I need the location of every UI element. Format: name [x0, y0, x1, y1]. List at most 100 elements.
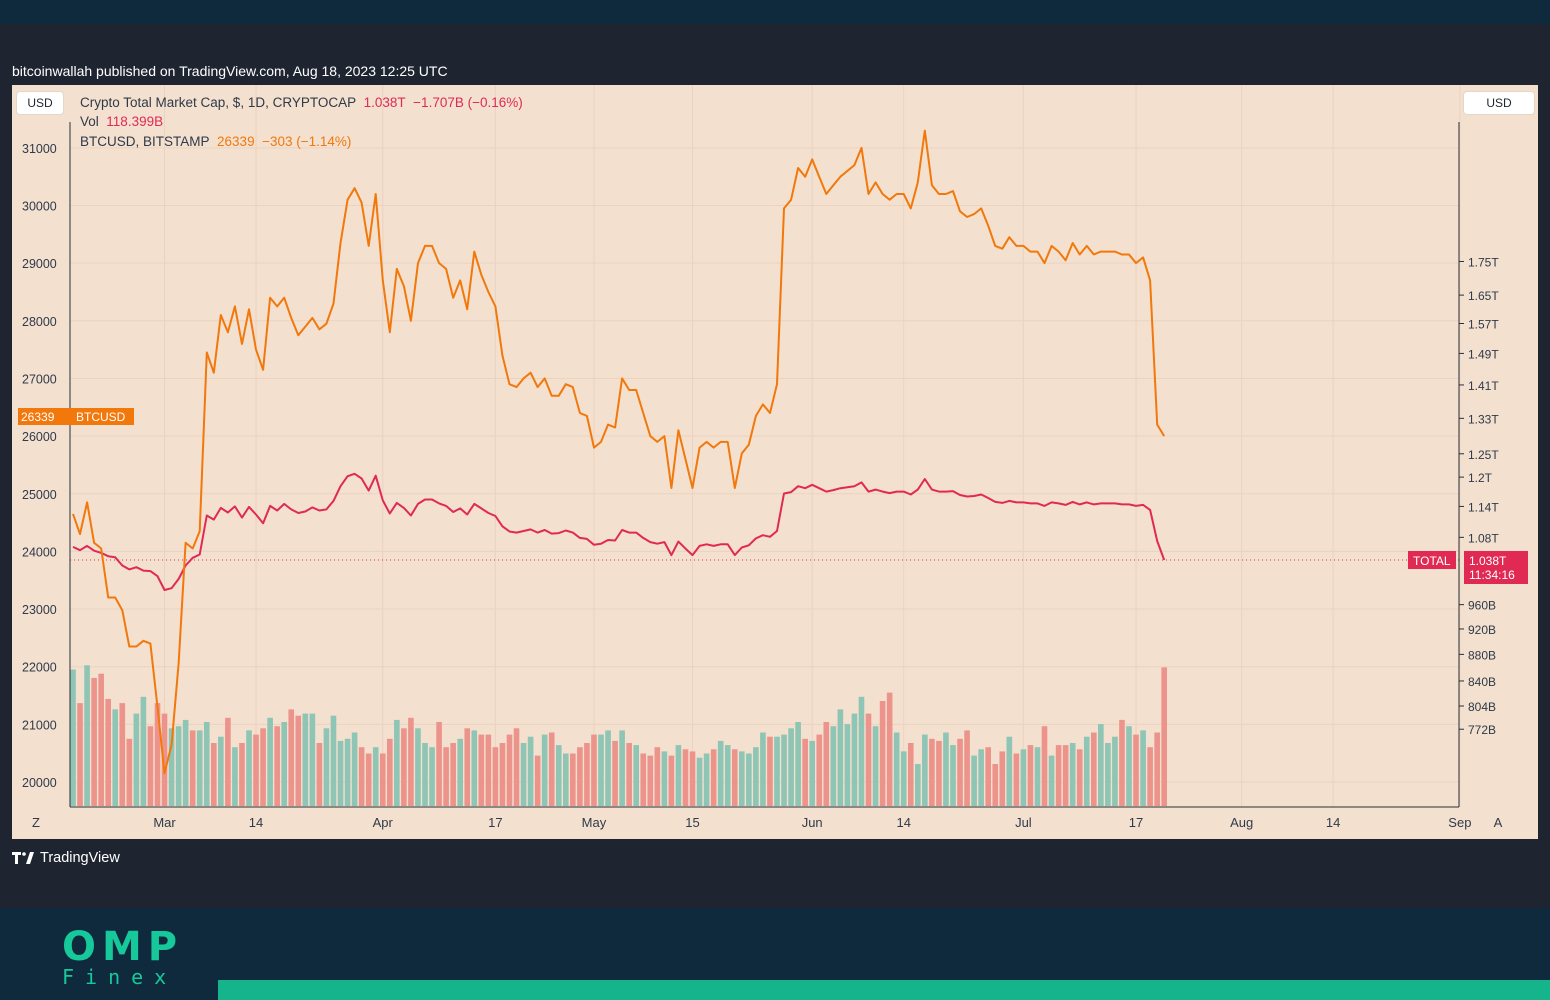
volume-bar: [1154, 732, 1160, 806]
volume-bar: [436, 722, 442, 806]
volume-bar: [422, 743, 428, 806]
volume-bar: [605, 730, 611, 806]
volume-bar: [943, 732, 949, 806]
volume-bar: [915, 764, 921, 806]
total-last-value: 1.038T: [1469, 554, 1507, 568]
tradingview-brand[interactable]: TradingView: [12, 850, 120, 866]
currency-selector-left[interactable]: USD: [16, 91, 64, 115]
price-chart[interactable]: 20000 21000 22000 23000 24000 25000 26000 27000…: [12, 85, 1538, 839]
volume-bar: [872, 726, 879, 806]
left-tick-label: 22000: [22, 661, 57, 675]
volume-bar: [147, 726, 154, 806]
volume-bar: [225, 717, 231, 806]
volume-bar: [703, 753, 710, 806]
volume-bar: [1055, 745, 1062, 806]
volume-bar: [893, 732, 900, 806]
volume-bar: [1062, 745, 1069, 806]
volume-bar: [1076, 749, 1083, 806]
time-tick-label: 14: [1326, 815, 1340, 830]
volume-bar: [936, 740, 942, 806]
right-tick-label: 1.2T: [1468, 471, 1493, 485]
volume-bar: [450, 743, 456, 806]
volume-bar: [668, 755, 675, 806]
volume-bar: [84, 665, 90, 806]
auto-scale-button[interactable]: A: [1494, 815, 1503, 830]
publisher-line: bitcoinwallah published on TradingView.c…: [12, 63, 448, 79]
volume-bar: [950, 745, 956, 806]
volume-bar: [203, 722, 210, 806]
volume-bar: [70, 669, 76, 806]
volume-bar: [584, 743, 590, 806]
volume-bar: [788, 728, 794, 806]
currency-selector-right[interactable]: USD: [1463, 91, 1535, 115]
volume-bar: [358, 747, 365, 806]
volume-bar: [591, 734, 597, 806]
volume-bar: [351, 732, 358, 806]
volume-bar: [985, 747, 991, 806]
volume-bar: [175, 726, 182, 806]
time-tick-label: 14: [896, 815, 910, 830]
right-tick-label: 1.41T: [1468, 379, 1499, 393]
volume-bar: [302, 713, 309, 806]
volume-bar: [640, 753, 647, 806]
right-tick-label: 772B: [1468, 723, 1496, 737]
volume-bar: [710, 749, 717, 806]
legend-btc-row: BTCUSD, BITSTAMP 26339 −303 (−1.14%): [80, 134, 351, 149]
volume-bar: [232, 747, 238, 806]
volume-bar: [1034, 747, 1041, 806]
volume-bar: [541, 734, 548, 806]
right-tick-label: 1.25T: [1468, 448, 1499, 462]
right-tick-label: 1.57T: [1468, 318, 1499, 332]
volume-bar: [246, 730, 252, 806]
left-tick-label: 29000: [22, 257, 57, 271]
volume-bar: [809, 740, 815, 806]
footer-accent-stripe: [218, 980, 1550, 1000]
volume-bar: [1069, 743, 1076, 806]
volume-bar: [520, 743, 527, 806]
volume-bar: [372, 747, 379, 806]
volume-bar: [408, 717, 414, 806]
zoom-button[interactable]: Z: [32, 815, 40, 830]
time-tick-label: Apr: [373, 815, 394, 830]
volume-bar: [189, 730, 196, 806]
volume-bar: [570, 753, 576, 806]
volume-bar: [499, 743, 506, 806]
time-tick-label: 17: [488, 815, 502, 830]
volume-bar: [534, 755, 541, 806]
volume-bar: [267, 717, 273, 806]
volume-bar: [865, 713, 872, 806]
volume-bar: [957, 738, 963, 806]
volume-bar: [837, 709, 844, 806]
left-tick-label: 30000: [22, 200, 57, 214]
volume-bar: [929, 738, 935, 806]
volume-bar: [527, 736, 534, 806]
volume-bar: [767, 736, 773, 806]
left-tick-label: 21000: [22, 718, 57, 732]
volume-bar: [753, 747, 759, 806]
volume-bar: [781, 734, 787, 806]
volume-bar: [98, 673, 104, 806]
tradingview-label: TradingView: [40, 850, 120, 866]
volume-bar: [795, 722, 801, 806]
volume-bar: [858, 696, 865, 806]
volume-bar: [922, 734, 928, 806]
volume-bar: [816, 734, 823, 806]
time-tick-label: 17: [1129, 815, 1143, 830]
time-tick-label: 14: [249, 815, 263, 830]
right-tick-label: 880B: [1468, 648, 1496, 662]
left-tick-label: 27000: [22, 372, 57, 386]
volume-bar: [844, 724, 851, 806]
volume-bar: [365, 753, 372, 806]
volume-bar: [1140, 730, 1146, 806]
volume-bar: [1091, 732, 1097, 806]
volume-bar: [696, 757, 703, 806]
volume-bar: [105, 698, 111, 806]
volume-bar: [323, 728, 330, 806]
right-tick-label: 840B: [1468, 675, 1496, 689]
chart-background: [12, 85, 1538, 839]
tradingview-logo-icon: [12, 852, 34, 864]
volume-bar: [626, 743, 632, 806]
volume-bar: [731, 749, 738, 806]
volume-bar: [999, 751, 1006, 806]
volume-bar: [577, 747, 583, 806]
